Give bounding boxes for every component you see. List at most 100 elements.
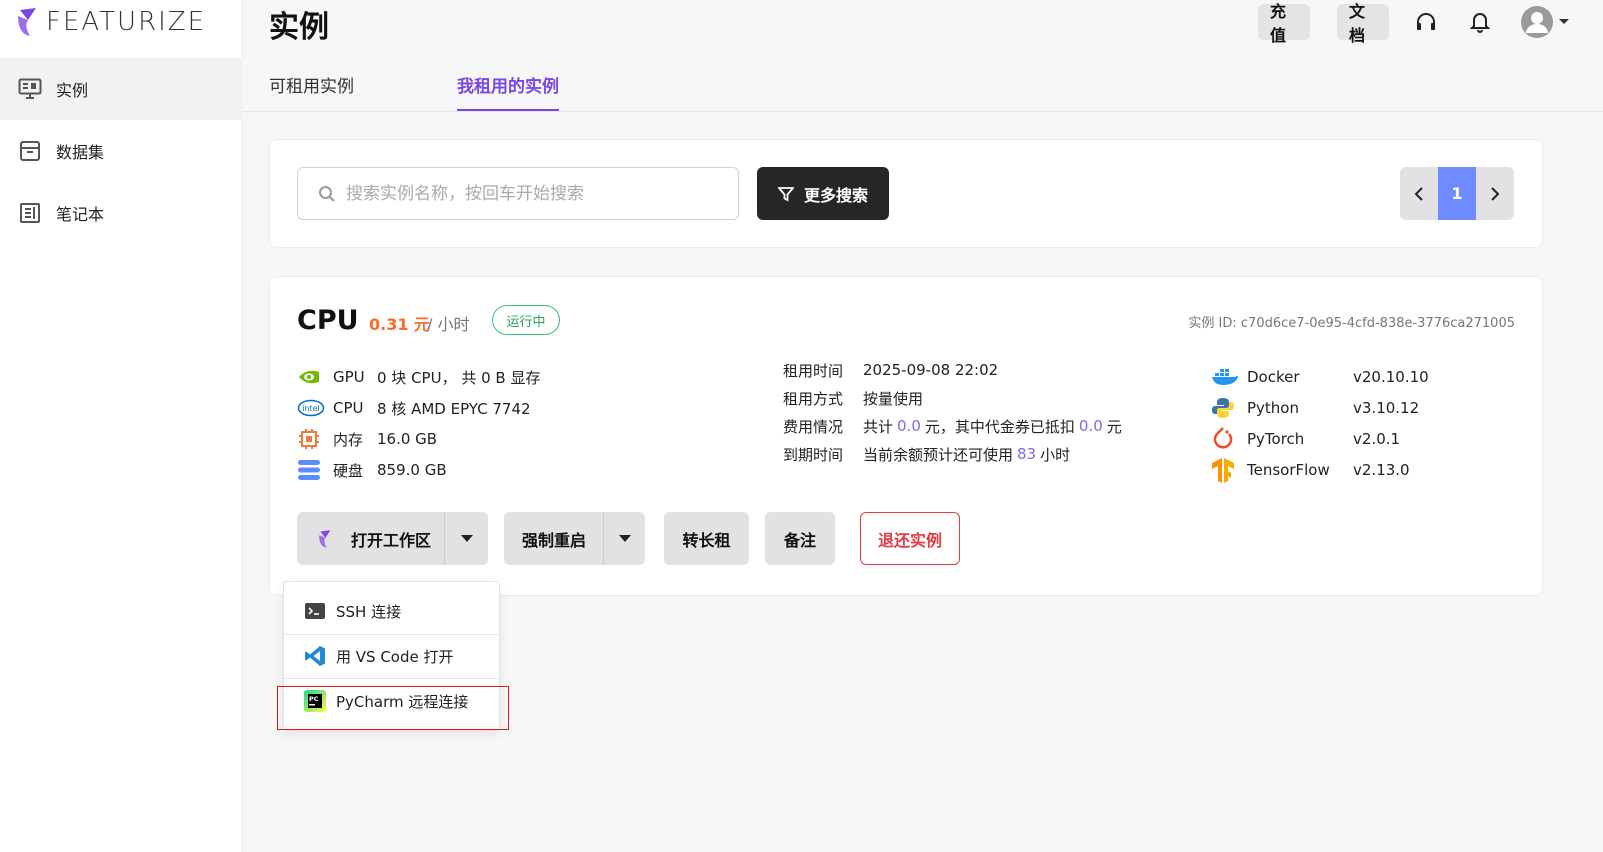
python-icon <box>1211 396 1239 420</box>
tab-available-instances[interactable]: 可租用实例 <box>269 72 354 109</box>
caret-down-icon <box>618 535 631 542</box>
next-page-button[interactable] <box>1476 167 1514 220</box>
bell-icon[interactable] <box>1466 8 1494 36</box>
software-row-python: Python v3.10.12 <box>1211 396 1419 420</box>
open-workspace-label: 打开工作区 <box>351 530 432 550</box>
headset-icon[interactable] <box>1412 8 1440 36</box>
prev-page-button[interactable] <box>1400 167 1438 220</box>
filter-icon <box>777 186 794 201</box>
force-restart-button[interactable]: 强制重启 <box>504 512 645 565</box>
open-workspace-button[interactable]: 打开工作区 <box>297 512 488 565</box>
software-version: v2.13.0 <box>1353 461 1410 479</box>
user-menu[interactable] <box>1520 6 1570 38</box>
rental-expire-key: 到期时间 <box>783 445 844 464</box>
page-number-button[interactable]: 1 <box>1438 167 1476 220</box>
cost-total: 0.0 <box>897 417 921 435</box>
rental-mode-row: 租用方式 按量使用 <box>783 386 923 410</box>
instance-price: 0.31 元 <box>369 315 431 334</box>
recharge-button[interactable]: 充值 <box>1258 2 1310 45</box>
instance-type: CPU <box>297 305 359 336</box>
software-row-tensorflow: TensorFlow v2.13.0 <box>1211 458 1410 483</box>
cost-prefix: 共计 <box>863 417 894 436</box>
expire-prefix: 当前余额预计还可使用 <box>863 445 1014 464</box>
rental-mode-key: 租用方式 <box>783 389 844 408</box>
hardware-value: 0 块 CPU， 共 0 B 显存 <box>377 368 541 387</box>
hardware-key: CPU <box>333 399 364 417</box>
sidebar-item-instances[interactable]: 实例 <box>0 58 243 120</box>
monitor-icon <box>18 77 42 101</box>
hardware-row-cpu: intel CPU 8 核 AMD EPYC 7742 <box>297 396 531 420</box>
instance-id: 实例 ID: c70d6ce7-0e95-4cfd-838e-3776ca271… <box>1188 316 1515 331</box>
software-row-docker: Docker v20.10.10 <box>1211 365 1429 389</box>
search-input[interactable] <box>346 183 726 204</box>
vscode-icon <box>304 645 328 667</box>
svg-text:intel: intel <box>302 404 320 413</box>
rental-time-key: 租用时间 <box>783 361 844 380</box>
expire-hours: 83 <box>1017 445 1037 463</box>
sidebar: FEATURIZE 实例 数据集 笔记本 <box>0 0 243 852</box>
chevron-left-icon <box>1414 186 1423 201</box>
sidebar-item-datasets[interactable]: 数据集 <box>0 120 243 182</box>
intel-icon: intel <box>297 396 325 420</box>
instance-card: CPU 0.31 元 / 小时 运行中 实例 ID: c70d6ce7-0e95… <box>269 276 1543 596</box>
hardware-row-gpu: GPU 0 块 CPU， 共 0 B 显存 <box>297 365 541 389</box>
archive-icon <box>18 139 42 163</box>
chevron-down-icon <box>1559 19 1569 24</box>
software-version: v2.0.1 <box>1353 430 1401 448</box>
long-term-rent-button[interactable]: 转长租 <box>664 512 749 565</box>
force-restart-dropdown-toggle[interactable] <box>603 512 645 565</box>
page-title: 实例 <box>269 10 329 45</box>
hardware-row-disk: 硬盘 859.0 GB <box>297 458 447 482</box>
search-box <box>297 167 739 220</box>
hardware-value: 859.0 GB <box>377 461 447 479</box>
price-unit: / 小时 <box>427 315 470 334</box>
more-search-button[interactable]: 更多搜索 <box>757 167 889 220</box>
docs-button[interactable]: 文档 <box>1337 2 1389 45</box>
sidebar-item-label: 笔记本 <box>56 205 105 224</box>
software-row-pytorch: PyTorch v2.0.1 <box>1211 427 1400 451</box>
rental-time-row: 租用时间 2025-09-08 22:02 <box>783 358 998 382</box>
brand-name: FEATURIZE <box>46 7 207 37</box>
rental-expire-row: 到期时间 当前余额预计还可使用 83 小时 <box>783 442 1070 466</box>
tensorflow-icon <box>1211 458 1239 483</box>
menu-item-ssh[interactable]: SSH 连接 <box>284 589 501 633</box>
expire-suffix: 小时 <box>1040 445 1071 464</box>
force-restart-label: 强制重启 <box>522 530 587 550</box>
docker-icon <box>1211 365 1239 389</box>
pagination: 1 <box>1400 167 1514 220</box>
cost-middle: 元，其中代金券已抵扣 <box>924 417 1075 436</box>
tab-my-instances[interactable]: 我租用的实例 <box>457 72 559 111</box>
terminal-icon <box>304 602 328 620</box>
chip-icon <box>297 427 325 451</box>
logo[interactable]: FEATURIZE <box>16 4 206 40</box>
tabs-bar: 可租用实例 我租用的实例 <box>243 58 1603 112</box>
selection-highlight <box>277 686 509 730</box>
remark-button[interactable]: 备注 <box>765 512 835 565</box>
featurize-logo-icon <box>18 8 36 36</box>
software-name: Python <box>1247 399 1299 417</box>
software-version: v20.10.10 <box>1353 368 1429 386</box>
featurize-logo-icon <box>319 529 331 548</box>
menu-item-vscode[interactable]: 用 VS Code 打开 <box>284 634 501 678</box>
hardware-value: 16.0 GB <box>377 430 438 448</box>
open-workspace-dropdown-toggle[interactable] <box>444 512 488 565</box>
menu-item-label: SSH 连接 <box>336 602 402 621</box>
hardware-key: GPU <box>333 368 365 386</box>
cost-voucher: 0.0 <box>1078 417 1103 435</box>
rental-time-value: 2025-09-08 22:02 <box>863 361 999 379</box>
software-name: PyTorch <box>1247 430 1305 448</box>
software-name: Docker <box>1247 368 1300 386</box>
sidebar-item-label: 实例 <box>56 81 89 100</box>
hardware-value: 8 核 AMD EPYC 7742 <box>377 399 531 418</box>
hardware-key: 内存 <box>333 430 364 449</box>
chevron-right-icon <box>1491 186 1500 201</box>
sidebar-item-label: 数据集 <box>56 143 105 162</box>
menu-item-label: 用 VS Code 打开 <box>336 647 454 666</box>
disk-icon <box>297 458 325 482</box>
status-badge: 运行中 <box>492 305 560 335</box>
return-instance-button[interactable]: 退还实例 <box>860 512 960 565</box>
software-name: TensorFlow <box>1247 461 1330 479</box>
software-version: v3.10.12 <box>1353 399 1420 417</box>
sidebar-item-notebooks[interactable]: 笔记本 <box>0 182 243 244</box>
notebook-icon <box>18 201 42 225</box>
